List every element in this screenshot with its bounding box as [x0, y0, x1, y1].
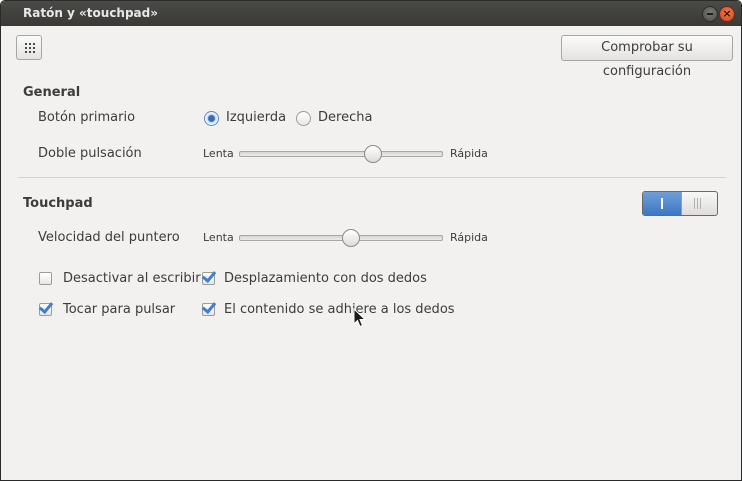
checkmark-icon	[38, 298, 54, 315]
double-click-label: Doble pulsación	[38, 146, 142, 161]
touchpad-heading: Touchpad	[23, 196, 93, 211]
double-click-min-label: Lenta	[203, 147, 234, 160]
radio-right-label[interactable]: Derecha	[318, 110, 372, 125]
title-bar: Ratón y «touchpad» ×	[1, 1, 741, 26]
checkmark-icon	[201, 298, 217, 315]
double-click-max-label: Rápida	[450, 147, 488, 160]
radio-left[interactable]	[204, 111, 219, 126]
radio-left-label[interactable]: Izquierda	[226, 110, 286, 125]
double-click-slider[interactable]	[239, 151, 443, 157]
natural-scroll-checkbox[interactable]	[201, 298, 217, 316]
mouse-pointer-icon	[353, 308, 367, 328]
close-button[interactable]: ×	[719, 6, 735, 22]
touchpad-switch[interactable]	[642, 191, 718, 216]
section-divider	[18, 177, 726, 178]
pointer-speed-slider-knob[interactable]	[342, 229, 360, 247]
pointer-speed-slider[interactable]	[239, 235, 443, 241]
checkmark-icon	[201, 267, 217, 284]
tap-to-click-checkbox[interactable]	[38, 298, 54, 316]
close-icon: ×	[722, 7, 732, 20]
all-settings-button[interactable]	[16, 35, 42, 60]
two-finger-scroll-label[interactable]: Desplazamiento con dos dedos	[224, 271, 427, 286]
disable-while-typing-label[interactable]: Desactivar al escribir	[63, 271, 201, 286]
check-settings-button[interactable]: Comprobar su configuración	[561, 35, 733, 79]
minimize-button[interactable]	[702, 6, 718, 22]
primary-button-label: Botón primario	[38, 110, 136, 125]
pointer-speed-max-label: Rápida	[450, 231, 488, 244]
tap-to-click-label[interactable]: Tocar para pulsar	[63, 302, 175, 317]
grid-icon	[24, 42, 35, 53]
two-finger-scroll-checkbox[interactable]	[201, 267, 217, 285]
switch-off-indicator	[681, 192, 717, 215]
radio-right[interactable]	[296, 111, 311, 126]
settings-window: Ratón y «touchpad» × Comprobar su config…	[0, 0, 742, 481]
window-title: Ratón y «touchpad»	[23, 6, 158, 20]
double-click-slider-knob[interactable]	[364, 145, 382, 163]
general-heading: General	[23, 85, 81, 100]
pointer-speed-label: Velocidad del puntero	[38, 230, 180, 245]
switch-on-indicator	[643, 192, 681, 215]
natural-scroll-label[interactable]: El contenido se adhiere a los dedos	[224, 302, 455, 317]
disable-while-typing-checkbox[interactable]	[39, 272, 52, 285]
pointer-speed-min-label: Lenta	[203, 231, 234, 244]
